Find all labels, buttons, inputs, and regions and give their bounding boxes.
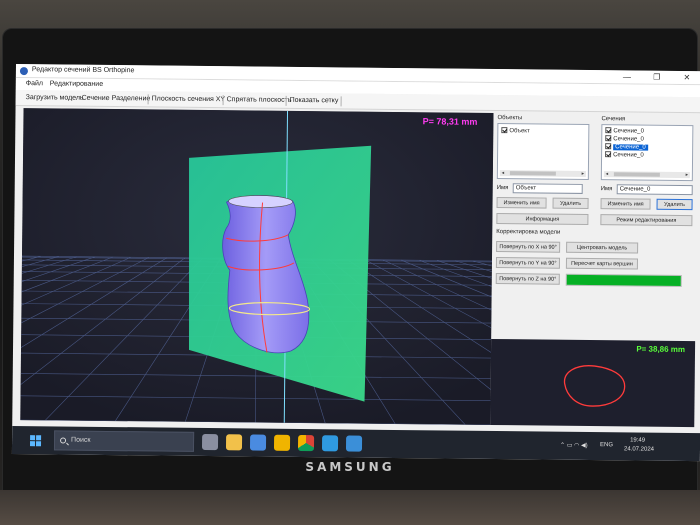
- scroll-left-icon[interactable]: ◂: [500, 170, 506, 176]
- object-name-field[interactable]: Объект: [512, 183, 583, 194]
- section-perimeter-readout: P= 38,86 mm: [636, 344, 686, 355]
- toolbar-separator: [340, 96, 342, 107]
- scroll-right-icon[interactable]: ▸: [684, 172, 690, 178]
- toolbar-separator: [147, 94, 149, 105]
- checkbox[interactable]: [605, 151, 612, 158]
- start-icon[interactable]: [29, 435, 42, 447]
- model-correction-label: Корректировка модели: [496, 229, 561, 236]
- scroll-thumb[interactable]: [613, 172, 660, 177]
- checkbox[interactable]: [605, 135, 612, 142]
- horizontal-scrollbar[interactable]: ◂ ▸: [499, 170, 586, 177]
- list-item-label: Объект: [509, 128, 530, 135]
- objects-list[interactable]: Объект ◂ ▸: [496, 123, 590, 181]
- tray-icons[interactable]: ⌃ ▭ ◠ ◀): [560, 442, 588, 449]
- clock-date[interactable]: 24.07.2024: [624, 446, 654, 452]
- rotate-z-button[interactable]: Повернуть по Z на 90°: [495, 273, 560, 285]
- 3d-viewport[interactable]: P= 78,31 mm: [20, 108, 494, 425]
- rotate-y-button[interactable]: Повернуть по Y на 90°: [495, 257, 561, 269]
- toolbar-separator: [222, 95, 224, 106]
- task-view-icon[interactable]: [201, 433, 219, 451]
- section-name-label: Имя: [600, 186, 613, 193]
- search-icon: [60, 437, 67, 444]
- clock-time[interactable]: 19:49: [630, 437, 645, 443]
- desk-surface: [0, 490, 700, 525]
- perimeter-readout: P= 78,31 mm: [422, 116, 478, 127]
- chrome-icon[interactable]: [297, 434, 315, 452]
- recalc-vertex-map-button[interactable]: Пересчет карты вершин: [565, 257, 638, 270]
- sections-label: Сечения: [601, 116, 626, 123]
- hide-plane-button[interactable]: Спрятать плоскость: [227, 96, 292, 104]
- list-item[interactable]: Сечение_0: [605, 151, 644, 159]
- toolbar-separator: [285, 95, 287, 106]
- section-rename-button[interactable]: Изменить имя: [600, 198, 651, 210]
- list-item-label: Сечение_0: [613, 152, 644, 159]
- section-button[interactable]: Сечение: [82, 95, 110, 102]
- object-delete-button[interactable]: Удалить: [552, 197, 589, 210]
- app-icon: [19, 67, 28, 76]
- progress-bar: [565, 273, 682, 287]
- viewport-scene: [20, 108, 494, 425]
- object-rename-button[interactable]: Изменить имя: [496, 197, 547, 209]
- language-indicator[interactable]: ENG: [600, 442, 613, 448]
- maximize-button[interactable]: ❐: [646, 72, 668, 84]
- scroll-left-icon[interactable]: ◂: [604, 171, 610, 177]
- menu-edit[interactable]: Редактирование: [50, 80, 103, 88]
- list-item-label: Сечение_0: [613, 136, 644, 143]
- section-contour: [564, 365, 626, 407]
- edge-icon[interactable]: [321, 435, 339, 452]
- file-explorer-icon[interactable]: [225, 434, 243, 451]
- checkbox[interactable]: [501, 127, 508, 134]
- search-input[interactable]: Поиск: [53, 430, 195, 452]
- horizontal-scrollbar[interactable]: ◂ ▸: [603, 171, 690, 179]
- minimize-button[interactable]: —: [616, 71, 638, 83]
- list-item[interactable]: Объект: [501, 127, 530, 135]
- section-name-field[interactable]: Сечение_0: [616, 184, 693, 196]
- center-model-button[interactable]: Центровать модель: [566, 241, 639, 254]
- mail-icon[interactable]: [249, 434, 267, 451]
- security-icon[interactable]: [345, 435, 363, 452]
- scroll-right-icon[interactable]: ▸: [580, 171, 586, 177]
- sections-list[interactable]: Сечение_0 Сечение_0 Сечение_0 Сечение_0 …: [600, 124, 694, 182]
- window-title: Редактор сечений BS Orthopine: [31, 66, 135, 75]
- list-item-label: Сечение_0: [613, 128, 644, 135]
- search-placeholder: Поиск: [71, 436, 91, 444]
- brand-logo: SAMSUNG: [305, 460, 395, 474]
- progress-fill: [566, 274, 681, 286]
- menu-file[interactable]: Файл: [26, 80, 43, 87]
- close-button[interactable]: ✕: [676, 72, 698, 84]
- edit-mode-button[interactable]: Режим редактирования: [600, 214, 693, 227]
- objects-label: Объекты: [497, 115, 523, 122]
- list-item-label: Сечение_0: [613, 144, 648, 151]
- rotate-x-button[interactable]: Повернуть по X на 90°: [496, 241, 561, 253]
- section-delete-button[interactable]: Удалить: [656, 198, 693, 211]
- checkbox[interactable]: [605, 127, 612, 134]
- section-view[interactable]: P= 38,86 mm: [490, 338, 696, 428]
- show-grid-button[interactable]: Показать сетку: [290, 97, 339, 105]
- object-name-label: Имя: [496, 185, 509, 192]
- split-button[interactable]: Разделение: [112, 95, 151, 102]
- checkbox[interactable]: [605, 143, 612, 150]
- system-tray: ⌃ ▭ ◠ ◀) ENG 19:49 24.07.2024: [500, 431, 680, 461]
- section-plane-dropdown[interactable]: Плоскость сечения XY: [152, 95, 226, 103]
- info-button[interactable]: Информация: [496, 213, 589, 226]
- load-model-button[interactable]: Загрузить модель: [26, 94, 84, 102]
- folder-icon[interactable]: [273, 434, 291, 451]
- screen: Редактор сечений BS Orthopine — ❐ ✕ Файл…: [11, 64, 700, 462]
- scroll-thumb[interactable]: [509, 171, 556, 176]
